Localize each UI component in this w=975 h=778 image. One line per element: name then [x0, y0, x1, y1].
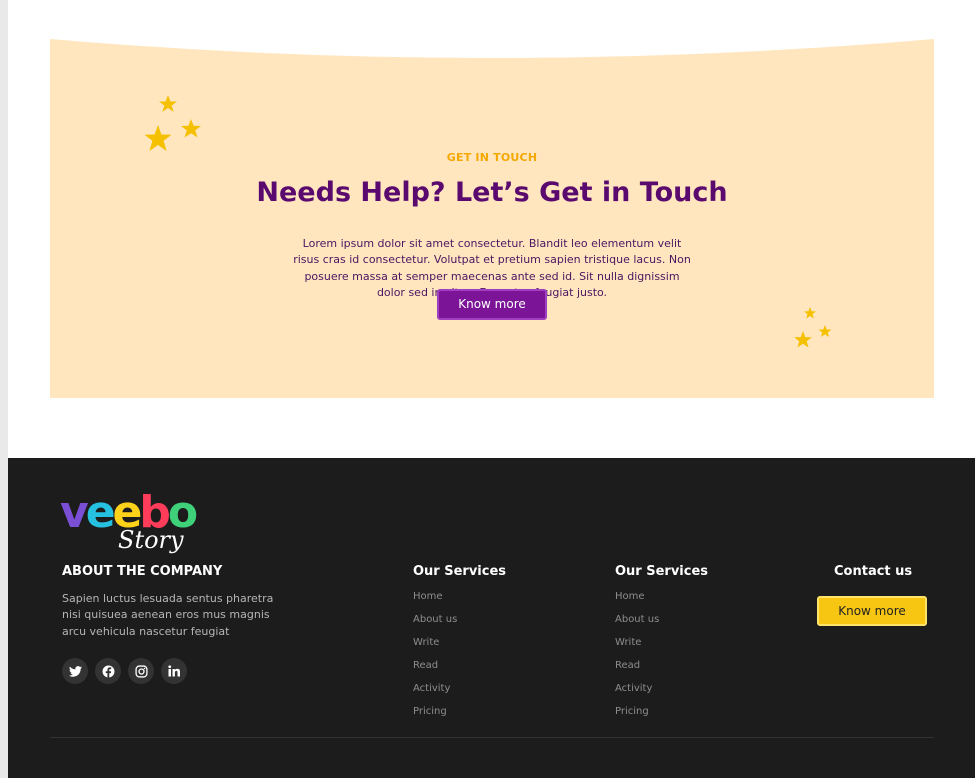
stars-decoration-right — [794, 307, 832, 348]
footer-link-pricing[interactable]: Pricing — [615, 704, 708, 727]
footer-link-home[interactable]: Home — [413, 589, 506, 612]
linkedin-icon[interactable] — [161, 658, 187, 684]
contact-title: Contact us — [834, 564, 913, 579]
footer-link-about-us[interactable]: About us — [413, 612, 506, 635]
site-footer: veebo Story ABOUT THE COMPANY Sapien luc… — [8, 458, 975, 778]
services-column-title: Our Services — [413, 564, 507, 579]
logo-letter: v — [60, 487, 89, 538]
footer-link-read[interactable]: Read — [413, 658, 506, 681]
footer-link-write[interactable]: Write — [413, 635, 506, 658]
cta-title: Needs Help? Let’s Get in Touch — [256, 177, 728, 208]
twitter-icon[interactable] — [62, 658, 88, 684]
about-title: ABOUT THE COMPANY — [62, 564, 223, 579]
footer-link-read[interactable]: Read — [615, 658, 708, 681]
logo-tagline: Story — [118, 526, 184, 554]
footer-link-about-us[interactable]: About us — [615, 612, 708, 635]
cta-eyebrow: GET IN TOUCH — [446, 151, 538, 164]
about-text: Sapien luctus lesuada sentus pharetra ni… — [62, 592, 274, 638]
footer-link-write[interactable]: Write — [615, 635, 708, 658]
instagram-icon[interactable] — [128, 658, 154, 684]
contact-know-more-button[interactable]: Know more — [817, 596, 927, 626]
footer-link-home[interactable]: Home — [615, 589, 708, 612]
footer-link-activity[interactable]: Activity — [413, 681, 506, 704]
social-links — [62, 658, 187, 684]
facebook-icon[interactable] — [95, 658, 121, 684]
services-column-2: Our Services Home About us Write Read Ac… — [615, 564, 708, 727]
contact-cta-section: GET IN TOUCH Needs Help? Let’s Get in To… — [50, 37, 934, 398]
stars-decoration-left — [144, 95, 201, 151]
services-column-title: Our Services — [615, 564, 709, 579]
footer-link-pricing[interactable]: Pricing — [413, 704, 506, 727]
footer-link-activity[interactable]: Activity — [615, 681, 708, 704]
services-column-1: Our Services Home About us Write Read Ac… — [413, 564, 506, 727]
page-left-edge — [0, 0, 8, 778]
veebo-story-logo[interactable]: veebo Story — [60, 487, 198, 558]
know-more-button[interactable]: Know more — [437, 289, 547, 320]
logo-letter: e — [85, 487, 116, 538]
footer-divider — [50, 737, 934, 738]
